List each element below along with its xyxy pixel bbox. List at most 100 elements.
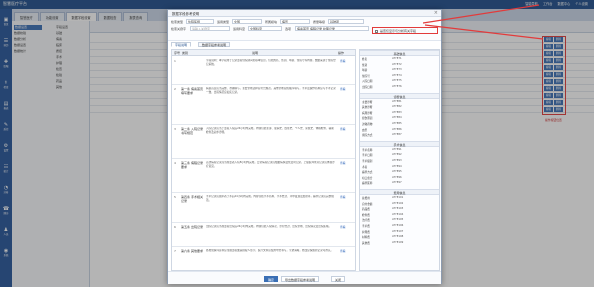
close-button[interactable]: 关闭 xyxy=(331,276,346,282)
row-number: 6 xyxy=(174,225,176,229)
filter-label-dept: 适用科室 xyxy=(233,27,246,31)
field-code: ATYE104 xyxy=(392,212,404,216)
view-link[interactable]: 查看 xyxy=(340,225,346,229)
row-description: 手术记录应由术者于术后24小时内完成，内容包括手术名称、手术经过、术中发现及处理… xyxy=(206,195,334,202)
related-fields-checkbox[interactable] xyxy=(375,29,378,33)
annotation-arrow-line2 xyxy=(424,24,544,40)
row-number: 7 xyxy=(174,249,176,253)
field-row: 护理费 ATYE107 xyxy=(362,230,439,235)
field-code: ATYE81 xyxy=(392,99,402,103)
field-code: ATYE95 xyxy=(392,170,402,174)
related-fields-label[interactable]: 是否仅显示与分析有关字段 xyxy=(380,29,416,33)
filter-label-keyword: 检索关键字 xyxy=(171,27,187,31)
field-code: ATYE83 xyxy=(392,110,402,114)
field-code: ATYE74 xyxy=(392,73,402,77)
field-code: ATYE109 xyxy=(392,240,404,244)
field-name: 姓名 xyxy=(362,58,368,61)
field-name: 麻醉医师 xyxy=(362,182,373,186)
row-description: 出院记录应当在患者出院后24小时内完成，内容包括入院情况、诊疗经过、出院诊断、出… xyxy=(206,225,332,228)
filter-type-select[interactable]: 住院医师 xyxy=(186,19,214,24)
section-title: 费用信息 xyxy=(360,189,439,195)
row-number: 4 xyxy=(174,161,176,165)
field-name: 术者 xyxy=(362,165,368,169)
export-button[interactable]: 导出数据字段参考说明 xyxy=(281,276,320,282)
row-category: 第五条 出院记录 xyxy=(181,225,203,229)
field-row: 麻醉方式 ATYE95 xyxy=(362,170,439,175)
field-row: 其他诊断 ATYE82 xyxy=(362,105,439,110)
field-code: ATYE103 xyxy=(392,207,404,211)
keyword-input[interactable]: 请输入关键字 xyxy=(190,26,230,31)
filter-level-select[interactable]: 基础项 xyxy=(328,19,364,24)
field-row: 病理诊断 ATYE83 xyxy=(362,111,439,116)
section-title: 手术信息 xyxy=(360,140,439,147)
confirm-button[interactable]: 确定 xyxy=(264,276,279,282)
field-name: 过敏药物 xyxy=(362,123,373,126)
rule-table: 序号 类别 说明 操作 1 字段说明：本字段用于记录患者住院期间的基本信息，包括姓… xyxy=(171,49,356,271)
rule-row: 2 第一条 病案首页填写要求 病案首页应当完整、准确填写，主要诊断选择应符合规范，其… xyxy=(172,85,355,125)
view-link[interactable]: 查看 xyxy=(340,59,346,63)
field-name: 离院方式 xyxy=(362,134,373,138)
filter-dept-select[interactable]: 全部科室 xyxy=(248,26,282,31)
row-description: 入院记录应当于患者入院后24小时内完成，内容包括主诉、现病史、既往史、个人史、家… xyxy=(206,127,334,134)
view-link[interactable]: 查看 xyxy=(340,87,346,91)
col-header-description: 说明 xyxy=(252,51,259,55)
field-code: ATYE101 xyxy=(392,196,404,199)
dialog-title: 数据字段参考说明 xyxy=(172,12,200,16)
field-code: ATYE82 xyxy=(392,105,402,109)
field-row: 手术日期 ATYE92 xyxy=(362,153,439,158)
field-code: ATYE107 xyxy=(392,229,404,233)
view-link[interactable]: 查看 xyxy=(340,249,346,253)
filter-module-select[interactable]: 病历 xyxy=(280,19,310,24)
field-row: 损伤原因 ATYE84 xyxy=(362,116,439,121)
field-row: 检查费 ATYE104 xyxy=(362,213,439,218)
row-description: 病案首页应当完整、准确填写，主要诊断选择应符合规范，其他诊断应按顺序填写，手术及… xyxy=(206,87,336,94)
rule-row: 6 第五条 出院记录 出院记录应当在患者出院后24小时内完成，内容包括入院情况、诊疗… xyxy=(172,223,355,247)
filter-scope-select[interactable]: 全部 xyxy=(232,19,262,24)
section-title: 基础信息 xyxy=(360,50,439,56)
reference-dialog: 数据字段参考说明 × 检索类型 住院医师 适用类型 全部 所属模块 病历 质量等… xyxy=(167,9,442,284)
view-link[interactable]: 查看 xyxy=(340,195,346,199)
row-description: 各类知情同意书应当由患者或其授权人签字，医疗文书应使用中文书写，字迹清晰，修改应… xyxy=(206,249,334,252)
row-number: 5 xyxy=(174,195,176,199)
row-category: 第二条 入院记录书写规范 xyxy=(181,127,203,135)
section-title: 诊断信息 xyxy=(360,92,439,99)
field-name: 药品费 xyxy=(362,208,370,212)
field-name: 其他费 xyxy=(362,241,370,245)
field-code: ATYE94 xyxy=(392,164,402,168)
field-row: 手术级别 ATYE93 xyxy=(362,159,439,164)
field-code: ATYE92 xyxy=(392,153,402,157)
field-row: 手术名称 ATYE91 xyxy=(362,148,439,153)
filter-options-field[interactable]: 病案首页 病程记录 护理记录 xyxy=(295,26,369,31)
filter-area: 检索类型 住院医师 适用类型 全部 所属模块 病历 质量等级 基础项 检索关键字… xyxy=(168,17,441,41)
field-name: 住院号 xyxy=(362,74,370,78)
field-row: 主要诊断 ATYE81 xyxy=(362,100,439,105)
field-code: ATYE102 xyxy=(392,201,404,205)
rule-row: 5 第四条 手术相关记录 手术记录应由术者于术后24小时内完成，内容包括手术名称、手… xyxy=(172,193,355,223)
field-code: ATYE71 xyxy=(392,57,402,60)
field-row: 血型 ATYE86 xyxy=(362,128,439,133)
subtab-field-description[interactable]: 字段说明 xyxy=(171,42,192,47)
field-name: 血型 xyxy=(362,128,368,132)
field-name: 检查费 xyxy=(362,213,370,217)
col-header-action: 操作 xyxy=(338,51,345,55)
view-link[interactable]: 查看 xyxy=(340,127,346,131)
subtab-reference[interactable]: 数据字段参考说明 xyxy=(198,42,231,47)
view-link[interactable]: 查看 xyxy=(340,161,346,165)
field-name: 损伤原因 xyxy=(362,117,373,121)
row-description: 字段说明：本字段用于记录患者住院期间的基本信息，包括姓名、性别、年龄、住院号等内… xyxy=(206,59,336,66)
field-code: ATYE86 xyxy=(392,127,402,131)
field-name: 总费用 xyxy=(362,197,370,200)
field-row: 住院号 ATYE74 xyxy=(362,74,439,79)
field-code: ATYE97 xyxy=(392,181,402,185)
dialog-header: 数据字段参考说明 × xyxy=(168,10,441,17)
field-row: 总费用 ATYE101 xyxy=(362,196,439,201)
field-row: 性别 ATYE72 xyxy=(362,63,439,68)
field-row: 麻醉医师 ATYE97 xyxy=(362,181,439,186)
rule-row: 7 第六条 其他要求 各类知情同意书应当由患者或其授权人签字，医疗文书应使用中文书写… xyxy=(172,247,355,270)
field-row: 入院日期 ATYE75 xyxy=(362,79,439,84)
row-number: 1 xyxy=(174,59,176,63)
field-name: 麻醉方式 xyxy=(362,171,373,175)
rule-row: 3 第二条 入院记录书写规范 入院记录应当于患者入院后24小时内完成，内容包括主诉、… xyxy=(172,125,355,159)
field-name: 手术日期 xyxy=(362,154,373,158)
field-row: 手术费 ATYE106 xyxy=(362,224,439,229)
